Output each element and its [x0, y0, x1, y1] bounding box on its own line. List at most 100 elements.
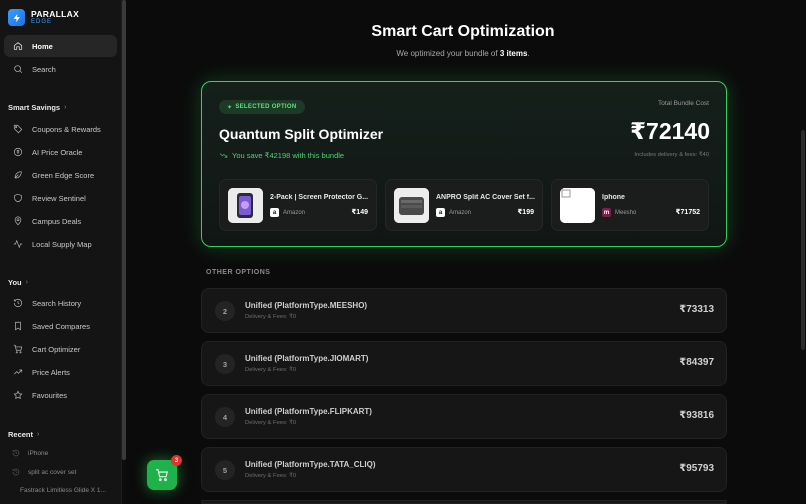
option-fee: Delivery & Fees: ₹0 [245, 367, 297, 373]
option-row[interactable]: 5 Unified (PlatformType.TATA_CLIQ) Deliv… [201, 447, 727, 492]
total-price: ₹72140 [630, 118, 710, 144]
nav-campus-deals-label: Campus Deals [32, 216, 82, 226]
sparkle-icon: ✦ [227, 104, 233, 111]
cart-icon [156, 469, 168, 482]
nav-home-label: Home [32, 41, 53, 51]
cart-button[interactable]: 3 [147, 455, 182, 490]
product-price: ₹149 [351, 209, 368, 216]
page-subtitle: We optimized your bundle of 3 items. [396, 49, 530, 58]
nav-green-edge[interactable]: Green Edge Score [4, 164, 117, 186]
sidebar: PARALLAX EDGE Home Search Smart Savings … [0, 0, 122, 504]
recent-item[interactable]: split ac cover set [12, 468, 76, 476]
selected-option-card[interactable]: ✦ SELECTED OPTION Quantum Split Optimize… [201, 81, 727, 247]
star-icon [13, 390, 23, 400]
smart-savings-heading[interactable]: Smart Savings › [8, 103, 66, 112]
app-root: PARALLAX EDGE Home Search Smart Savings … [0, 0, 806, 504]
map-pin-icon [13, 216, 23, 226]
nav-search-history[interactable]: Search History [4, 292, 117, 314]
shield-icon [13, 193, 23, 203]
bundle-product[interactable]: Iphone m Meesho ₹71752 [551, 179, 709, 231]
recent-item[interactable]: Fastrack Limitless Glide X 1... [20, 487, 112, 494]
bundle-product[interactable]: 2-Pack | Screen Protector G... a Amazon … [219, 179, 377, 231]
bookmark-icon [13, 321, 23, 331]
option-name: Unified (PlatformType.TATA_CLIQ) [245, 460, 376, 469]
home-icon [13, 41, 23, 51]
main-scrollbar-thumb[interactable] [801, 130, 805, 350]
nav-campus-deals[interactable]: Campus Deals [4, 210, 117, 232]
option-rank: 2 [215, 301, 235, 321]
brand[interactable]: PARALLAX EDGE [8, 9, 79, 26]
activity-icon [13, 239, 23, 249]
nav-price-alerts[interactable]: Price Alerts [4, 361, 117, 383]
option-price: ₹93816 [679, 410, 714, 421]
meesho-logo-icon: m [602, 208, 611, 217]
nav-coupons[interactable]: Coupons & Rewards [4, 118, 117, 140]
option-fee: Delivery & Fees: ₹0 [245, 420, 297, 426]
page-title: Smart Cart Optimization [371, 23, 555, 40]
product-store: a Amazon [436, 208, 471, 217]
search-icon [13, 64, 23, 74]
history-icon [12, 449, 20, 457]
product-store: m Meesho [602, 208, 637, 217]
product-name: ANPRO Split AC Cover Set f... [436, 194, 535, 201]
other-options-heading: OTHER OPTIONS [206, 269, 271, 276]
trend-down-icon [219, 153, 228, 158]
option-row[interactable]: 4 Unified (PlatformType.FLIPKART) Delive… [201, 394, 727, 439]
recent-title: Recent [8, 430, 34, 439]
option-price: ₹95793 [679, 463, 714, 474]
option-price: ₹73313 [679, 304, 714, 315]
you-heading[interactable]: You › [8, 278, 28, 287]
chevron-right-icon: › [25, 279, 28, 286]
nav-search-history-label: Search History [32, 298, 82, 308]
product-name: 2-Pack | Screen Protector G... [270, 194, 369, 201]
bolt-icon [8, 9, 25, 26]
product-image [228, 188, 263, 223]
nav-search[interactable]: Search [4, 58, 117, 80]
nav-price-alerts-label: Price Alerts [32, 367, 70, 377]
option-fee: Delivery & Fees: ₹0 [245, 314, 297, 320]
nav-saved-compares[interactable]: Saved Compares [4, 315, 117, 337]
option-row[interactable]: 2 Unified (PlatformType.MEESHO) Delivery… [201, 288, 727, 333]
nav-cart-optimizer-label: Cart Optimizer [32, 344, 81, 354]
nav-cart-optimizer[interactable]: Cart Optimizer [4, 338, 117, 360]
recent-item[interactable]: iPhone [12, 449, 48, 457]
chevron-right-icon: › [64, 104, 67, 111]
selected-badge: ✦ SELECTED OPTION [219, 100, 305, 114]
option-rank: 3 [215, 354, 235, 374]
nav-review-sentinel[interactable]: Review Sentinel [4, 187, 117, 209]
recent-item-label: split ac cover set [28, 468, 77, 476]
nav-local-supply-map-label: Local Supply Map [32, 239, 92, 249]
brand-name: PARALLAX [31, 8, 80, 19]
nav-home[interactable]: Home [4, 35, 117, 57]
option-row[interactable]: 3 Unified (PlatformType.JIOMART) Deliver… [201, 341, 727, 386]
nav-favourites-label: Favourites [32, 390, 68, 400]
nav-local-supply-map[interactable]: Local Supply Map [4, 233, 117, 255]
option-fee: Delivery & Fees: ₹0 [245, 473, 297, 479]
option-rank: 5 [215, 460, 235, 480]
nav-review-sentinel-label: Review Sentinel [32, 193, 86, 203]
recent-heading[interactable]: Recent › [8, 430, 39, 439]
amazon-logo-icon: a [270, 208, 279, 217]
nav-favourites[interactable]: Favourites [4, 384, 117, 406]
option-row[interactable] [201, 500, 727, 504]
savings-text: You save ₹42198 with this bundle [219, 151, 344, 160]
smart-savings-title: Smart Savings [8, 103, 61, 112]
selected-option-name: Quantum Split Optimizer [219, 126, 384, 142]
bundle-product[interactable]: ANPRO Split AC Cover Set f... a Amazon ₹… [385, 179, 543, 231]
item-count: 3 items [499, 49, 528, 58]
amazon-logo-icon: a [436, 208, 445, 217]
option-rank: 4 [215, 407, 235, 427]
main-scrollbar[interactable] [800, 0, 806, 504]
product-name: Iphone [602, 194, 625, 201]
nav-green-edge-label: Green Edge Score [32, 170, 95, 180]
option-name: Unified (PlatformType.MEESHO) [245, 301, 368, 310]
product-image [394, 188, 429, 223]
brand-sub: EDGE [31, 19, 53, 26]
option-name: Unified (PlatformType.JIOMART) [245, 354, 369, 363]
product-store: a Amazon [270, 208, 305, 217]
tag-icon [13, 124, 23, 134]
nav-coupons-label: Coupons & Rewards [32, 124, 101, 134]
recent-item-label: iPhone [28, 449, 49, 457]
nav-search-label: Search [32, 64, 56, 74]
nav-ai-price-oracle[interactable]: AI Price Oracle [4, 141, 117, 163]
